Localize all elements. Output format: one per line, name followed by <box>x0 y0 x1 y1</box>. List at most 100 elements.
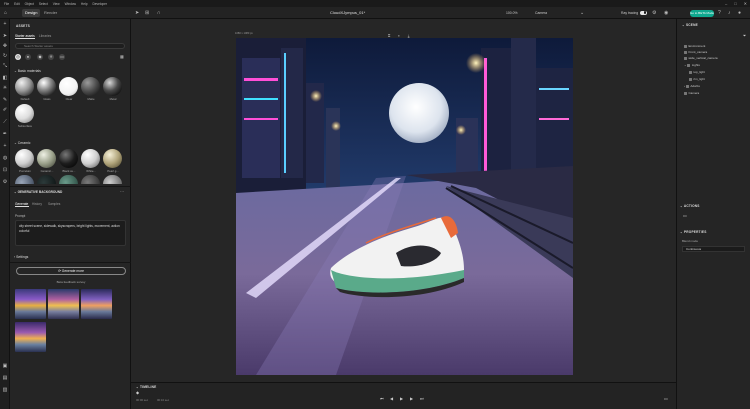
globe-icon[interactable]: ◍ <box>2 155 8 161</box>
move-tool-icon[interactable]: ✥ <box>2 43 8 49</box>
timeline-title[interactable]: ⌄ TIMELINE <box>136 385 156 389</box>
eye-icon[interactable]: ◉ <box>664 10 668 16</box>
paint-tool-icon[interactable]: ✐ <box>2 107 8 113</box>
filter-lights-icon[interactable]: ✳ <box>48 54 54 60</box>
settings-section[interactable]: › Settings <box>14 255 28 259</box>
material-row-partial[interactable] <box>81 175 100 184</box>
settings-tool-icon[interactable]: ⚙ <box>2 179 8 185</box>
feedback-icon[interactable]: ▥ <box>2 387 8 393</box>
generate-more-button[interactable]: ⟳ Generate more <box>16 267 126 275</box>
menu-help[interactable]: Help <box>81 2 88 6</box>
scene-item-lights[interactable]: ⌄ Lights <box>684 63 700 67</box>
scene-item-front-camera[interactable]: Front_camera <box>684 50 707 54</box>
beta-mode-button[interactable]: Go to BETA Mode <box>690 9 714 17</box>
add-object-icon[interactable]: + <box>2 143 8 149</box>
transform-icon[interactable]: ⊞ <box>145 10 149 16</box>
bell-icon[interactable]: ♪ <box>728 10 731 16</box>
material-pearl-glaze[interactable] <box>103 149 122 168</box>
material-clear[interactable] <box>59 77 78 96</box>
filter-models-icon[interactable]: ◆ <box>37 54 43 60</box>
scene-item-wide-vertical-camera[interactable]: wide_vertical_camera <box>684 56 718 60</box>
material-row-partial[interactable] <box>37 175 56 184</box>
home-icon[interactable]: ⌂ <box>4 10 7 16</box>
grid-view-icon[interactable]: ▦ <box>120 54 124 59</box>
menu-developer[interactable]: Developer <box>92 2 107 6</box>
close-icon[interactable]: ✕ <box>744 1 747 6</box>
material-ceramic[interactable] <box>37 149 56 168</box>
beta-feedback-link[interactable]: Beta feedback survey <box>31 280 111 284</box>
filter-all-icon[interactable]: ◎ <box>15 54 21 60</box>
ray-tracing-toggle[interactable] <box>640 10 647 15</box>
generated-thumbnail[interactable] <box>48 289 79 319</box>
light-tool-icon[interactable]: ☀ <box>2 85 8 91</box>
camera-select[interactable]: Camera <box>535 11 577 15</box>
scene-item-adorbs[interactable]: › Adorbs <box>684 84 700 88</box>
step-back-icon[interactable]: ◀ <box>390 396 393 401</box>
menu-edit[interactable]: Edit <box>14 2 20 6</box>
material-porcelain[interactable] <box>15 149 34 168</box>
avatar[interactable]: ● <box>738 10 741 16</box>
material-glass[interactable] <box>37 77 56 96</box>
tab-samples[interactable]: Samples <box>48 202 60 206</box>
scale-tool-icon[interactable]: ⤡ <box>2 63 8 69</box>
magnet-icon[interactable]: ∩ <box>157 10 161 16</box>
brush-tool-icon[interactable]: ✎ <box>2 97 8 103</box>
menu-select[interactable]: Select <box>39 2 48 6</box>
layers-icon[interactable]: ▣ <box>2 363 8 369</box>
prompt-input[interactable]: city street scene, sidewalk, skyscrapers… <box>15 220 126 246</box>
filter-images-icon[interactable]: ▭ <box>59 54 65 60</box>
skip-forward-icon[interactable]: ⏭ <box>420 396 424 401</box>
chevron-down-icon[interactable]: ⌄ <box>580 10 584 16</box>
scene-item-top-light[interactable]: top_light <box>689 70 705 74</box>
menu-file[interactable]: File <box>4 2 9 6</box>
minimize-icon[interactable]: – <box>725 1 727 6</box>
menu-view[interactable]: View <box>53 2 60 6</box>
step-forward-icon[interactable]: ▶ <box>410 396 413 401</box>
eyedropper-icon[interactable]: ⟋ <box>2 119 8 125</box>
help-icon[interactable]: ? <box>718 10 721 16</box>
tab-design[interactable]: Design <box>22 9 41 17</box>
tab-libraries[interactable]: Libraries <box>39 34 51 38</box>
material-subsurface[interactable] <box>15 104 34 123</box>
rotate-tool-icon[interactable]: ↻ <box>2 53 8 59</box>
tab-render[interactable]: Render <box>41 9 60 17</box>
material-row-partial[interactable] <box>59 175 78 184</box>
select-tool-icon[interactable]: ➤ <box>2 33 8 39</box>
render-canvas[interactable] <box>236 38 573 375</box>
camera-tool-icon[interactable]: ◧ <box>2 75 8 81</box>
settings-icon[interactable]: ⚙ <box>652 10 656 16</box>
zoom-level[interactable]: 100.0% <box>506 11 518 15</box>
scene-item-camera[interactable]: Camera <box>684 91 699 95</box>
select-icon[interactable]: ➤ <box>135 10 139 16</box>
material-black-ceramic[interactable] <box>59 149 78 168</box>
add-icon[interactable]: + <box>2 21 8 27</box>
generated-thumbnail[interactable] <box>15 322 46 352</box>
material-default[interactable] <box>15 77 34 96</box>
scene-item-environment[interactable]: Environment <box>684 44 705 48</box>
generative-background-title[interactable]: ⌄ GENERATIVE BACKGROUND <box>14 190 62 194</box>
maximize-icon[interactable]: □ <box>734 1 736 6</box>
chat-icon[interactable]: ▤ <box>2 375 8 381</box>
material-white-ceramic[interactable] <box>81 149 100 168</box>
play-icon[interactable]: ▶ <box>400 396 403 401</box>
material-row-partial[interactable] <box>15 175 34 184</box>
material-row-partial[interactable] <box>103 175 122 184</box>
tab-history[interactable]: History <box>32 202 42 206</box>
generated-thumbnail[interactable] <box>81 289 112 319</box>
generated-thumbnail[interactable] <box>15 289 46 319</box>
frame-icon[interactable]: ⊡ <box>2 167 8 173</box>
blend-mode-select[interactable]: Continuous <box>682 246 745 252</box>
menu-window[interactable]: Window <box>65 2 76 6</box>
filter-icon[interactable]: ⏷ <box>743 33 746 38</box>
action-icon[interactable]: ▭ <box>683 213 687 218</box>
material-metal[interactable] <box>103 77 122 96</box>
keyframe-icon[interactable]: ◆ <box>136 390 139 395</box>
pen-tool-icon[interactable]: ✒ <box>2 131 8 137</box>
scene-item-rim-light[interactable]: rim_light <box>689 77 705 81</box>
skip-back-icon[interactable]: ⏮ <box>380 396 384 401</box>
more-icon[interactable]: ··· <box>120 189 124 194</box>
menu-object[interactable]: Object <box>25 2 34 6</box>
asset-search-input[interactable]: Search Starter assets <box>15 43 125 49</box>
material-matte[interactable] <box>81 77 100 96</box>
filter-materials-icon[interactable]: ● <box>25 54 31 60</box>
